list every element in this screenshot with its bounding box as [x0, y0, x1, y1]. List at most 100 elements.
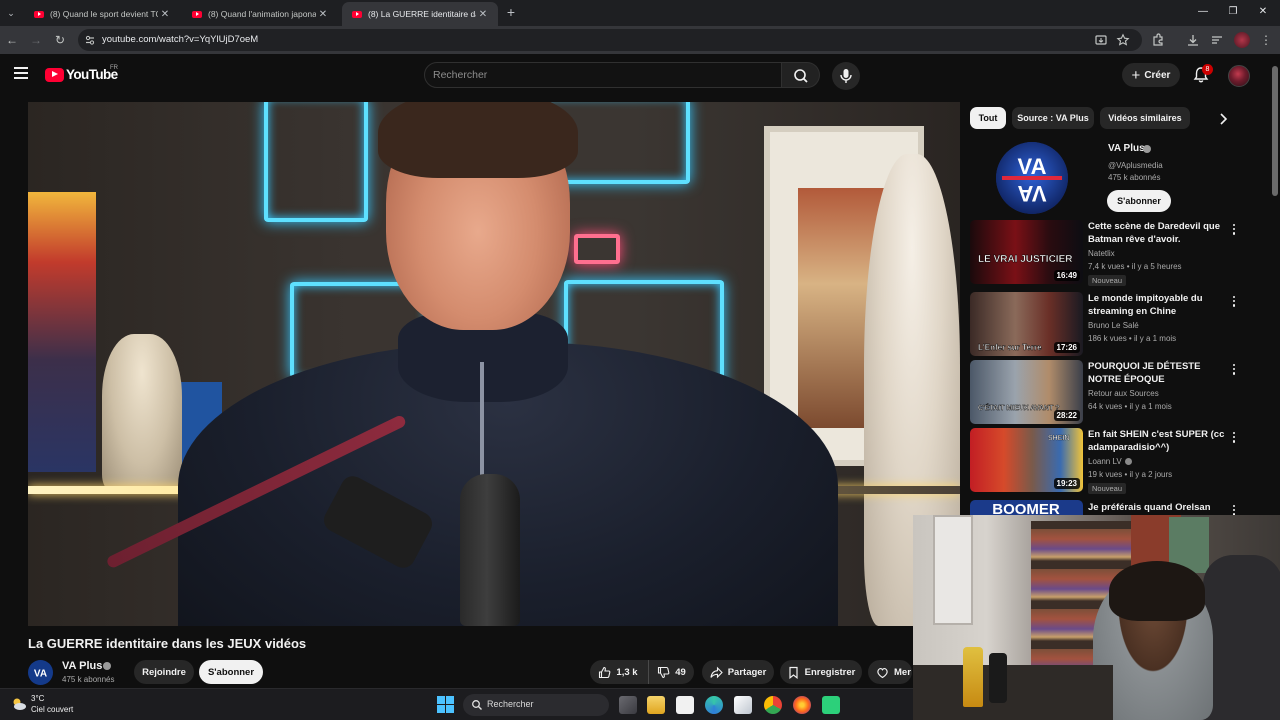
recommended-channel-label: Loann LV: [1088, 457, 1122, 466]
video-options-kebab-icon[interactable]: [1229, 503, 1239, 515]
more-actions-button[interactable]: Mer: [868, 660, 912, 684]
reload-icon[interactable]: ↻: [52, 32, 68, 48]
reading-list-icon[interactable]: [1209, 32, 1225, 48]
channel-avatar[interactable]: VA: [28, 660, 53, 685]
firefox-browser-icon[interactable]: [793, 696, 811, 714]
document-icon[interactable]: [676, 696, 694, 714]
save-button[interactable]: Enregistrer: [780, 660, 862, 684]
voice-search-button[interactable]: [832, 62, 860, 90]
hamburger-menu-icon[interactable]: [14, 67, 28, 79]
new-badge: Nouveau: [1088, 275, 1127, 286]
channel-name[interactable]: VA Plus: [62, 660, 102, 672]
side-channel-handle: @VAplusmedia: [1108, 161, 1163, 170]
streaming-app-icon[interactable]: [822, 696, 840, 714]
browser-tab-2[interactable]: (8) Quand l'animation japonaise ✕: [182, 2, 338, 26]
new-tab-plus-icon[interactable]: +: [504, 4, 518, 20]
recommended-video-title[interactable]: Le monde impitoyable du streaming en Chi…: [1088, 292, 1226, 318]
like-button[interactable]: 1,3 k: [590, 660, 646, 684]
chip-source-va-plus[interactable]: Source : VA Plus: [1012, 107, 1094, 129]
browser-menu-kebab-icon[interactable]: ⋮: [1258, 32, 1274, 48]
side-subscribe-button[interactable]: S'abonner: [1107, 190, 1171, 212]
recommended-video-title[interactable]: En fait SHEIN c'est SUPER (cc adamparadi…: [1088, 428, 1226, 454]
browser-tab-1[interactable]: (8) Quand le sport devient TOXIQUE ✕: [24, 2, 180, 26]
recommended-channel-name[interactable]: Loann LV: [1088, 457, 1132, 466]
file-explorer-icon[interactable]: [647, 696, 665, 714]
recommended-channel-name[interactable]: Retour aux Sources: [1088, 389, 1159, 398]
close-tab-icon[interactable]: ✕: [316, 9, 330, 20]
recommended-video[interactable]: SHEIN 19:23 En fait SHEIN c'est SUPER (c…: [970, 428, 1244, 494]
weather-cloud-icon[interactable]: [10, 695, 28, 713]
back-arrow-icon[interactable]: ←: [4, 32, 20, 48]
neon-sign-shape: [264, 102, 368, 222]
video-player[interactable]: [28, 102, 960, 626]
chip-tout[interactable]: Tout: [970, 107, 1006, 129]
recommended-video-title[interactable]: Je préférais quand Orelsan était: [1088, 501, 1226, 515]
windows-taskbar: 3°C Ciel couvert Rechercher: [0, 688, 913, 720]
task-view-icon[interactable]: [619, 696, 637, 714]
close-window-icon[interactable]: ✕: [1254, 4, 1272, 20]
side-channel-name[interactable]: VA Plus: [1108, 143, 1145, 154]
tab-title: (8) La GUERRE identitaire dans: [368, 9, 476, 19]
close-tab-icon[interactable]: ✕: [476, 9, 490, 20]
bookmark-star-icon[interactable]: [1116, 33, 1130, 47]
recommended-video[interactable]: L'Enfer sur Terre 17:26 Le monde impitoy…: [970, 292, 1244, 356]
video-options-kebab-icon[interactable]: [1229, 294, 1239, 308]
video-thumbnail[interactable]: L'Enfer sur Terre 17:26: [970, 292, 1083, 356]
video-thumbnail[interactable]: LE VRAI JUSTICIER 16:49: [970, 220, 1083, 284]
video-options-kebab-icon[interactable]: [1229, 222, 1239, 236]
subscribe-button[interactable]: S'abonner: [199, 660, 263, 684]
notification-count-badge: 8: [1202, 64, 1213, 75]
video-thumbnail[interactable]: C'ÉTAIT MIEUX AVANT ? 28:22: [970, 360, 1083, 424]
windows-start-icon[interactable]: [437, 696, 455, 714]
create-button[interactable]: + Créer: [1122, 63, 1180, 87]
thumbnail-text: LE VRAI JUSTICIER: [978, 254, 1073, 265]
weather-temperature[interactable]: 3°C: [31, 694, 44, 703]
tab-list-chevron-down-icon[interactable]: ⌄: [4, 6, 18, 20]
chip-videos-similaires[interactable]: Vidéos similaires: [1100, 107, 1190, 129]
video-duration: 19:23: [1053, 478, 1080, 489]
chevron-right-icon[interactable]: [1214, 110, 1232, 128]
browser-toolbar: ← → ↻ youtube.com/watch?v=YqYlUjD7oeM ⋮: [0, 26, 1280, 54]
recommended-video-title[interactable]: Cette scène de Daredevil que Batman rêve…: [1088, 220, 1226, 246]
weather-description[interactable]: Ciel couvert: [31, 705, 73, 714]
recommended-video[interactable]: C'ÉTAIT MIEUX AVANT ? 28:22 POURQUOI JE …: [970, 360, 1244, 424]
video-options-kebab-icon[interactable]: [1229, 362, 1239, 376]
extensions-puzzle-icon[interactable]: [1150, 32, 1166, 48]
dislike-button[interactable]: 49: [648, 660, 694, 684]
recommended-video-title[interactable]: POURQUOI JE DÉTESTE NOTRE ÉPOQUE: [1088, 360, 1226, 386]
video-thumbnail[interactable]: SHEIN 19:23: [970, 428, 1083, 492]
browser-tab-3-active[interactable]: (8) La GUERRE identitaire dans ✕: [342, 2, 498, 26]
microsoft-store-icon[interactable]: [734, 696, 752, 714]
taskbar-search[interactable]: Rechercher: [463, 694, 609, 716]
share-button[interactable]: Partager: [702, 660, 774, 684]
address-bar[interactable]: youtube.com/watch?v=YqYlUjD7oeM: [78, 29, 1142, 51]
recommended-video-meta: 19 k vues • il y a 2 jours: [1088, 470, 1173, 479]
video-duration: 16:49: [1053, 270, 1080, 281]
recommended-video[interactable]: LE VRAI JUSTICIER 16:49 Cette scène de D…: [970, 220, 1244, 286]
minimize-window-icon[interactable]: —: [1194, 4, 1212, 20]
page-scrollbar-thumb[interactable]: [1272, 66, 1278, 196]
profile-avatar-icon[interactable]: [1234, 32, 1250, 48]
search-button[interactable]: [782, 62, 820, 88]
forward-arrow-icon[interactable]: →: [28, 32, 44, 48]
youtube-favicon-icon: [34, 10, 44, 18]
chrome-browser-icon[interactable]: [764, 696, 782, 714]
restore-window-icon[interactable]: ❐: [1224, 4, 1242, 20]
search-input[interactable]: [433, 63, 773, 87]
recommended-video[interactable]: BOOMER Je préférais quand Orelsan était: [970, 500, 1244, 515]
recommended-channel-name[interactable]: Natetlix: [1088, 249, 1115, 258]
site-info-tune-icon[interactable]: [84, 34, 96, 46]
create-label: Créer: [1144, 69, 1171, 81]
close-tab-icon[interactable]: ✕: [158, 9, 172, 20]
youtube-logo[interactable]: YouTube: [45, 67, 118, 82]
account-avatar[interactable]: [1228, 65, 1250, 87]
join-button[interactable]: Rejoindre: [134, 660, 194, 684]
downloads-icon[interactable]: [1185, 32, 1201, 48]
video-options-kebab-icon[interactable]: [1229, 430, 1239, 444]
recommended-channel-name[interactable]: Bruno Le Salé: [1088, 321, 1139, 330]
video-thumbnail[interactable]: BOOMER: [970, 500, 1083, 515]
edge-browser-icon[interactable]: [705, 696, 723, 714]
share-arrow-icon: [710, 666, 723, 678]
side-channel-logo[interactable]: VA VA: [996, 142, 1068, 214]
install-app-icon[interactable]: [1094, 33, 1108, 47]
